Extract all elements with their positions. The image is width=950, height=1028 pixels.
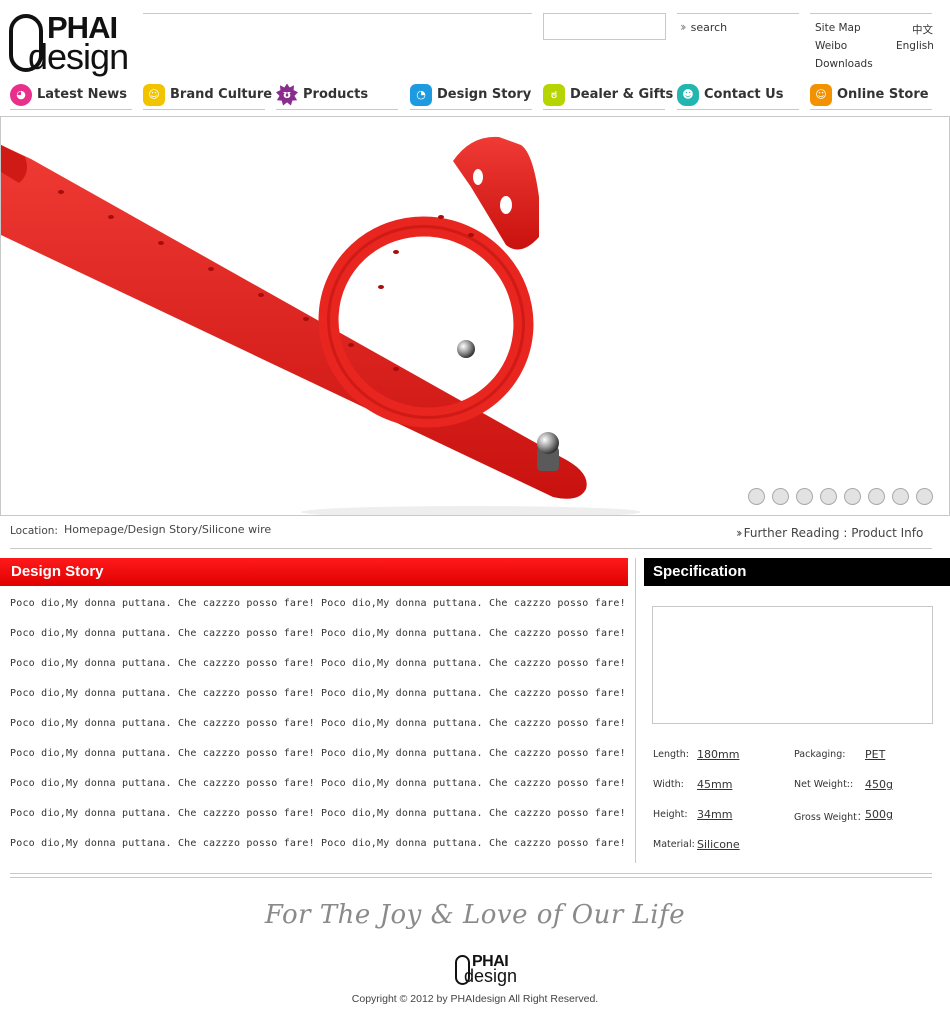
gross-weight-value[interactable]: 500g xyxy=(865,808,893,821)
nav-label: Brand Culture xyxy=(170,87,273,102)
width-value[interactable]: 45mm xyxy=(697,778,732,791)
width-label: Width: xyxy=(653,779,684,790)
downloads-link[interactable]: Downloads xyxy=(815,58,873,70)
site-map-link[interactable]: Site Map xyxy=(815,22,861,34)
location-divider xyxy=(10,548,932,549)
search-input[interactable] xyxy=(543,13,666,40)
nav-design-story[interactable]: ◔ Design Story xyxy=(410,80,532,110)
smiley-yellow-icon: ☺ xyxy=(143,83,165,106)
hero-slider[interactable] xyxy=(0,116,950,516)
net-weight-value[interactable]: 450g xyxy=(865,778,893,791)
double-chevron-icon: ›› xyxy=(736,526,742,540)
nav-latest-news[interactable]: ◕ Latest News xyxy=(10,80,132,110)
nav-label: Contact Us xyxy=(704,87,784,102)
footer-divider xyxy=(10,873,932,874)
slider-dot[interactable] xyxy=(868,488,885,505)
slider-dot[interactable] xyxy=(772,488,789,505)
footer-logo[interactable]: PHAI design xyxy=(455,953,519,987)
smiley-lime-icon: ಠ xyxy=(543,83,565,106)
red-silicone-bracelet-photo xyxy=(1,136,641,515)
footer-divider xyxy=(10,877,932,878)
story-paragraph-line: Poco dio,My donna puttana. Che cazzzo po… xyxy=(10,778,626,789)
slider-dot[interactable] xyxy=(892,488,909,505)
smiley-orange-icon: ☺ xyxy=(810,83,832,106)
slider-dot[interactable] xyxy=(748,488,765,505)
search-button-label: search xyxy=(690,20,728,34)
further-reading-link[interactable]: ›› Further Reading : Product Info xyxy=(736,526,923,540)
smiley-pink-icon: ◕ xyxy=(10,83,32,106)
slider-dots xyxy=(748,488,933,505)
further-reading-label: Further Reading : Product Info xyxy=(743,526,924,540)
nav-label: Latest News xyxy=(37,87,128,102)
smiley-blue-icon: ◔ xyxy=(410,83,432,106)
height-label: Height: xyxy=(653,809,688,820)
story-paragraph-line: Poco dio,My donna puttana. Che cazzzo po… xyxy=(10,688,626,699)
double-chevron-icon: ›› xyxy=(680,20,686,34)
nav-label: Online Store xyxy=(837,87,929,102)
copyright-text: Copyright © 2012 by PHAIdesign All Right… xyxy=(351,993,599,1005)
header-divider xyxy=(677,13,799,14)
story-paragraph-line: Poco dio,My donna puttana. Che cazzzo po… xyxy=(10,838,626,849)
header-divider xyxy=(810,13,932,14)
nav-brand-culture[interactable]: ☺ Brand Culture xyxy=(143,80,272,110)
english-language-link[interactable]: English xyxy=(896,40,934,52)
nav-label: Dealer & Gifts xyxy=(570,87,674,102)
length-label: Length: xyxy=(653,749,689,760)
story-paragraph-line: Poco dio,My donna puttana. Che cazzzo po… xyxy=(10,748,626,759)
nav-label: Design Story xyxy=(437,87,532,102)
length-value[interactable]: 180mm xyxy=(697,748,739,761)
logo-wordmark-bottom: design xyxy=(464,966,518,986)
net-weight-label: Net Weight:: xyxy=(794,779,854,790)
brand-logo[interactable]: PHAI design xyxy=(9,12,135,78)
specification-heading: Specification xyxy=(644,558,950,586)
height-value[interactable]: 34mm xyxy=(697,808,732,821)
nav-products[interactable]: ʊ Products xyxy=(276,80,398,110)
material-value[interactable]: Silicone xyxy=(697,838,740,851)
smiley-purple-icon: ʊ xyxy=(276,83,298,106)
column-divider xyxy=(635,558,636,863)
footer-slogan: For The Joy & Love of Our Life xyxy=(264,900,686,930)
header-divider xyxy=(143,13,532,14)
logo-wordmark-bottom: design xyxy=(28,36,129,77)
location-label: Location: xyxy=(10,525,58,537)
slider-dot[interactable] xyxy=(844,488,861,505)
nav-dealer-gifts[interactable]: ಠ Dealer & Gifts xyxy=(543,80,673,110)
material-label: Material: xyxy=(653,839,695,850)
weibo-link[interactable]: Weibo xyxy=(815,40,847,52)
chinese-language-link[interactable]: 中文 xyxy=(912,22,933,37)
packaging-value[interactable]: PET xyxy=(865,748,885,761)
nav-label: Products xyxy=(303,87,369,102)
design-story-heading: Design Story xyxy=(0,558,628,586)
slider-dot[interactable] xyxy=(820,488,837,505)
smiley-teal-icon: ☻ xyxy=(677,83,699,106)
slider-dot[interactable] xyxy=(796,488,813,505)
story-paragraph-line: Poco dio,My donna puttana. Che cazzzo po… xyxy=(10,718,626,729)
packaging-label: Packaging: xyxy=(794,749,846,760)
story-paragraph-line: Poco dio,My donna puttana. Che cazzzo po… xyxy=(10,658,626,669)
specification-image-box xyxy=(652,606,933,724)
story-paragraph-line: Poco dio,My donna puttana. Che cazzzo po… xyxy=(10,598,626,609)
breadcrumb[interactable]: Homepage/Design Story/Silicone wire xyxy=(64,523,271,536)
search-button[interactable]: ›› search xyxy=(680,20,727,34)
nav-online-store[interactable]: ☺ Online Store xyxy=(810,80,932,110)
design-story-text: Poco dio,My donna puttana. Che cazzzo po… xyxy=(10,598,626,868)
story-paragraph-line: Poco dio,My donna puttana. Che cazzzo po… xyxy=(10,808,626,819)
story-paragraph-line: Poco dio,My donna puttana. Che cazzzo po… xyxy=(10,628,626,639)
gross-weight-label: Gross Weight： xyxy=(794,812,867,823)
nav-contact-us[interactable]: ☻ Contact Us xyxy=(677,80,799,110)
slider-dot[interactable] xyxy=(916,488,933,505)
